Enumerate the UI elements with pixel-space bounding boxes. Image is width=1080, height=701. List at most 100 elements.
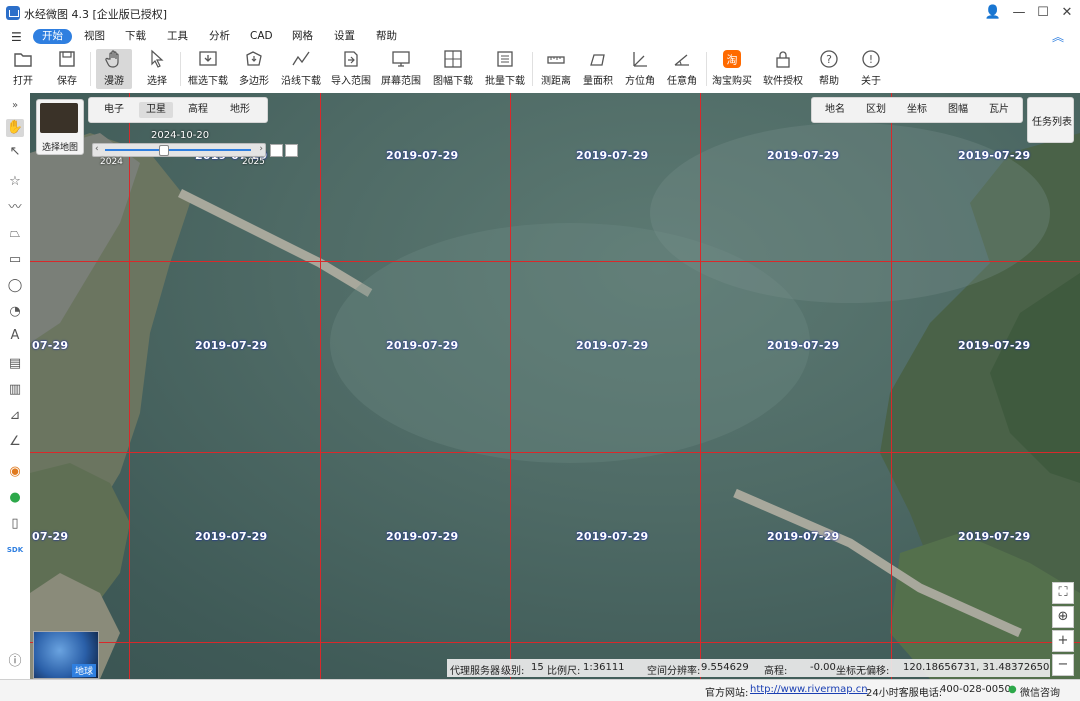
menu-item-start[interactable]: 开始: [33, 29, 72, 44]
angle-button[interactable]: 任意角: [664, 49, 700, 89]
menu-item-settings[interactable]: 设置: [328, 29, 361, 44]
timeline-handle[interactable]: [159, 145, 170, 156]
locate-icon[interactable]: ⊕: [1052, 606, 1074, 628]
task-list-button[interactable]: 任务列表: [1027, 97, 1074, 143]
menu-item-cad[interactable]: CAD: [244, 29, 279, 44]
screen-range-button[interactable]: 屏幕范围: [380, 49, 422, 89]
open-button[interactable]: 打开: [6, 49, 40, 89]
timeline-play-button[interactable]: [270, 144, 283, 157]
menu-item-analysis[interactable]: 分析: [203, 29, 236, 44]
line-download-icon: [292, 51, 310, 66]
sdk-icon[interactable]: SDK: [6, 541, 24, 559]
resolution-value: 9.554629: [701, 662, 749, 673]
measure-distance-icon[interactable]: ▤: [6, 355, 24, 373]
timeline-stop-button[interactable]: [285, 144, 298, 157]
bearing-button[interactable]: 方位角: [622, 49, 658, 89]
tab-sheets[interactable]: 图幅: [941, 102, 975, 118]
polygon-download-button[interactable]: 多边形: [236, 49, 272, 89]
polygon-icon[interactable]: ⏢: [6, 225, 24, 243]
measure-area-icon[interactable]: ▥: [6, 381, 24, 399]
status-bar: 官方网站: http://www.rivermap.cn 24小时客服电话: 4…: [0, 679, 1080, 701]
user-icon[interactable]: 👤: [981, 2, 1005, 24]
map-view[interactable]: 2019-07-29 2019-07-29 2019-07-29 2019-07…: [30, 93, 1080, 679]
menu-item-grid[interactable]: 网格: [286, 29, 319, 44]
timeline-next-icon[interactable]: ›: [259, 144, 263, 154]
screen-range-icon: [392, 51, 410, 67]
pan-button[interactable]: 漫游: [96, 49, 132, 89]
menu-item-help[interactable]: 帮助: [370, 29, 403, 44]
zoom-out-button[interactable]: −: [1052, 654, 1074, 676]
help-button[interactable]: ? 帮助: [812, 49, 846, 89]
globe-button[interactable]: 地球: [33, 631, 99, 679]
tile-date-label: 07-29: [32, 339, 69, 352]
measure-area-button[interactable]: 量面积: [580, 49, 616, 89]
license-button[interactable]: 软件授权: [762, 49, 804, 89]
select-button[interactable]: 选择: [140, 49, 174, 89]
pan-tool-icon[interactable]: ✋: [6, 119, 24, 137]
elevation-value: -0.00: [810, 662, 836, 673]
tab-vector[interactable]: 电子: [97, 102, 131, 118]
circle-icon[interactable]: ◯: [6, 277, 24, 295]
angle-icon: [674, 54, 689, 66]
coordinate-value: 120.18656731, 31.48372650: [903, 662, 1050, 673]
point-marker-icon[interactable]: ☆: [6, 173, 24, 191]
save-icon: [59, 51, 75, 67]
sector-icon[interactable]: ◔: [6, 303, 24, 321]
timeline-prev-icon[interactable]: ‹: [95, 144, 99, 154]
box-download-button[interactable]: 框选下载: [187, 49, 229, 89]
hamburger-menu-icon[interactable]: ☰: [11, 30, 22, 44]
menu-item-tools[interactable]: 工具: [161, 29, 194, 44]
batch-download-button[interactable]: 批量下载: [484, 49, 526, 89]
angle-tool-icon[interactable]: ∠: [6, 433, 24, 451]
rectangle-icon[interactable]: ▭: [6, 251, 24, 269]
save-button[interactable]: 保存: [50, 49, 84, 89]
plugin-icon[interactable]: ◉: [6, 463, 24, 481]
tab-terrain[interactable]: 地形: [223, 102, 257, 118]
sheet-download-icon: [444, 50, 462, 68]
expand-icon[interactable]: »: [6, 97, 24, 115]
select-tool-icon[interactable]: ↖: [6, 143, 24, 161]
bearing-tool-icon[interactable]: ⊿: [6, 407, 24, 425]
minimize-button[interactable]: —: [1007, 2, 1031, 24]
grid-line: [30, 642, 1080, 643]
ruler-icon: [547, 56, 565, 64]
wechat-consult-link[interactable]: 微信咨询: [1020, 684, 1060, 699]
tab-boundaries[interactable]: 区划: [859, 102, 893, 118]
polyline-icon[interactable]: 〰: [6, 199, 24, 217]
tile-date-label: 2019-07-29: [195, 530, 268, 543]
tile-date-label: 2019-07-29: [576, 530, 649, 543]
proxy-label[interactable]: 代理服务器: [450, 662, 500, 677]
line-download-button[interactable]: 沿线下载: [280, 49, 322, 89]
tab-elevation[interactable]: 高程: [181, 102, 215, 118]
zoom-in-button[interactable]: +: [1052, 630, 1074, 652]
fullscreen-icon[interactable]: ⛶: [1052, 582, 1074, 604]
tab-place-names[interactable]: 地名: [818, 102, 852, 118]
sheet-download-button[interactable]: 图幅下载: [430, 49, 476, 89]
tab-satellite[interactable]: 卫星: [139, 102, 173, 118]
scale-label: 比例尺:: [547, 666, 581, 677]
tile-date-label: 07-29: [32, 530, 69, 543]
menu-bar: ☰ 开始 视图 下载 工具 分析 CAD 网格 设置 帮助 ︽: [0, 27, 1080, 46]
about-button[interactable]: ! 关于: [854, 49, 888, 89]
timeline-slider[interactable]: ‹ ›: [92, 143, 266, 157]
tab-tiles[interactable]: 瓦片: [982, 102, 1016, 118]
grid-line: [129, 93, 130, 679]
close-button[interactable]: ✕: [1055, 2, 1079, 24]
mobile-icon[interactable]: ▯: [6, 515, 24, 533]
app-store-icon[interactable]: ●: [6, 489, 24, 507]
collapse-ribbon-icon[interactable]: ︽: [1052, 28, 1064, 45]
maximize-button[interactable]: ☐: [1031, 2, 1055, 24]
website-link[interactable]: http://www.rivermap.cn: [750, 684, 868, 695]
taobao-buy-button[interactable]: 淘 淘宝购买: [711, 49, 753, 89]
menu-item-download[interactable]: 下载: [119, 29, 152, 44]
help-circle-icon[interactable]: ⓘ: [6, 653, 24, 671]
select-map-button[interactable]: 选择地图: [36, 99, 84, 155]
menu-item-view[interactable]: 视图: [78, 29, 111, 44]
wechat-icon: ●: [1008, 684, 1017, 695]
text-label-icon[interactable]: A: [6, 327, 24, 345]
tab-coordinates[interactable]: 坐标: [900, 102, 934, 118]
layer-tabs: 电子 卫星 高程 地形: [88, 97, 268, 123]
info-icon: !: [862, 50, 880, 68]
import-range-button[interactable]: 导入范围: [330, 49, 372, 89]
measure-distance-button[interactable]: 测距离: [538, 49, 574, 89]
